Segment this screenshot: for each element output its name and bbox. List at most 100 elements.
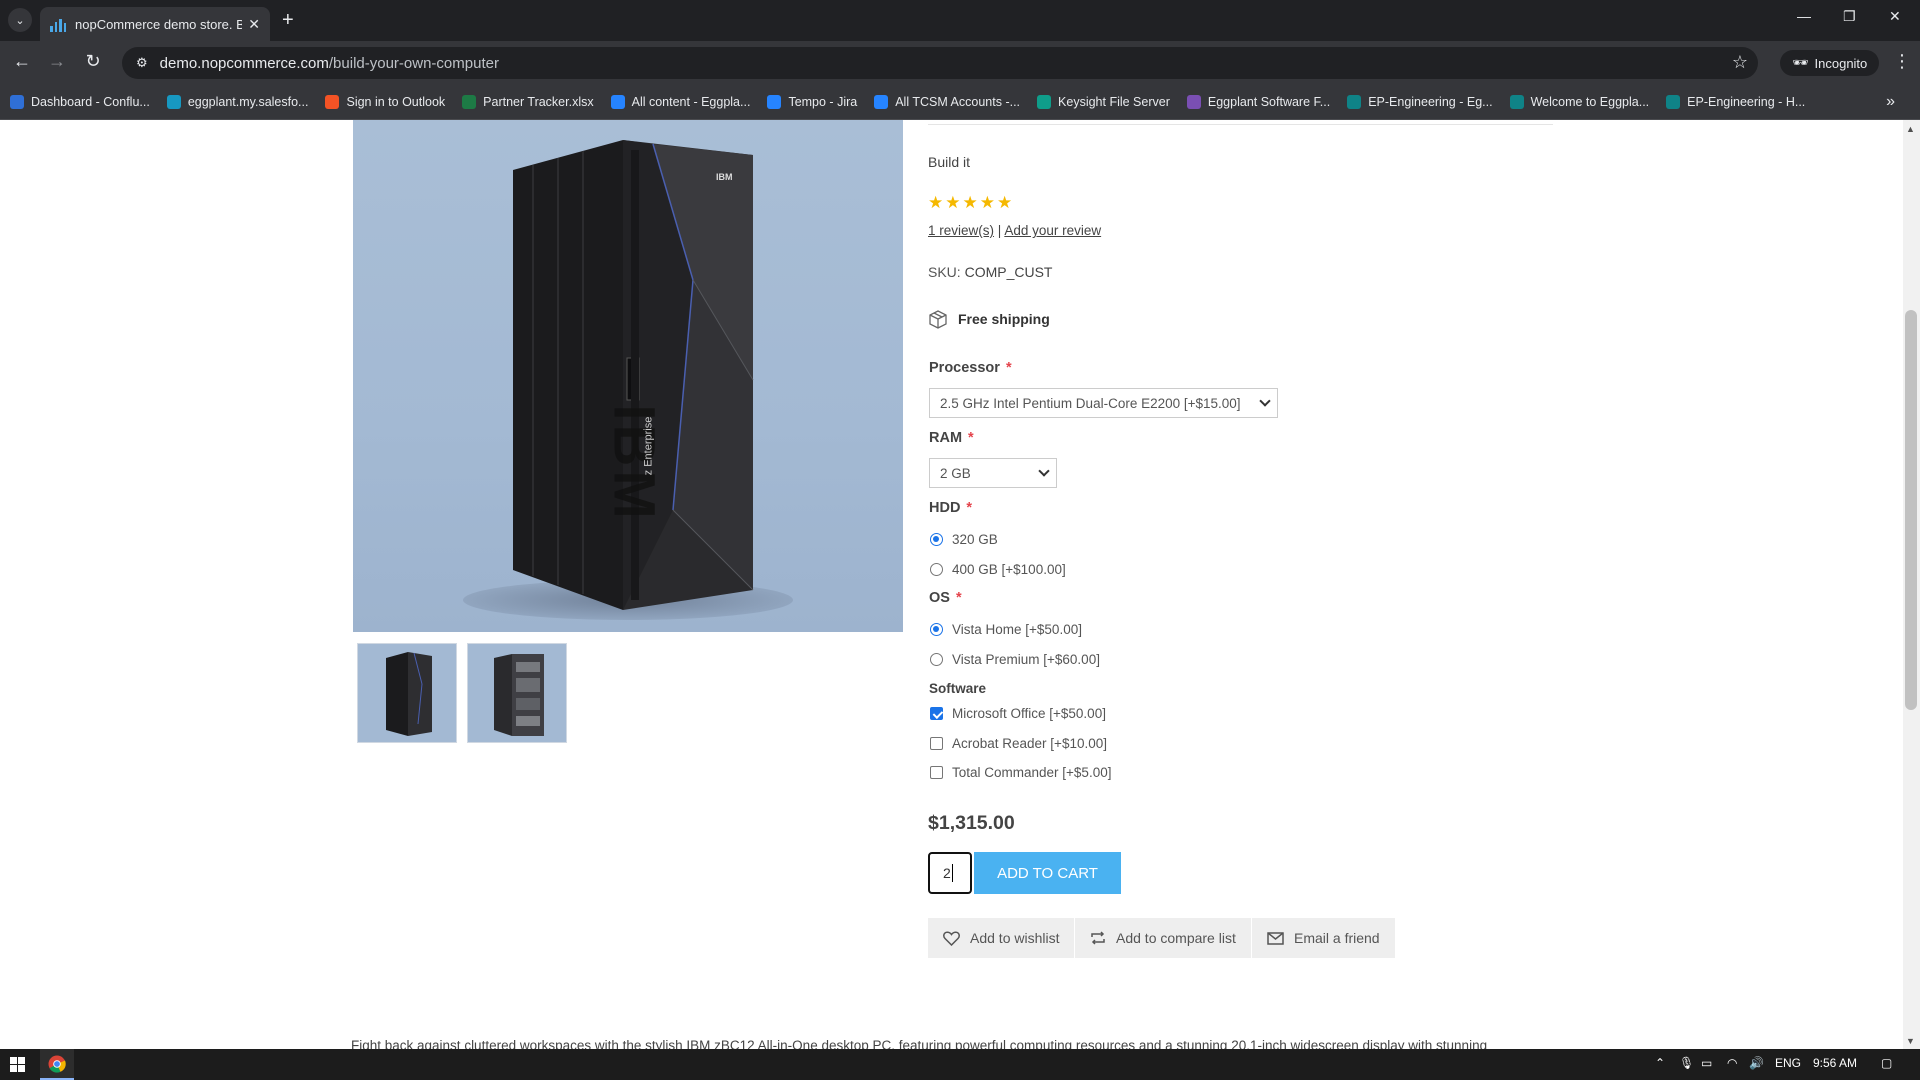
radio-button[interactable] (930, 533, 943, 546)
bookmark-item[interactable]: EP-Engineering - H... (1666, 95, 1805, 109)
quantity-input[interactable]: 2 (928, 852, 972, 894)
add-to-wishlist-button[interactable]: Add to wishlist (928, 918, 1075, 958)
salesforce-icon (166, 95, 181, 109)
reviews-link[interactable]: 1 review(s) (928, 223, 994, 238)
bookmark-item[interactable]: All content - Eggpla... (610, 95, 750, 109)
chrome-taskbar-button[interactable] (40, 1049, 74, 1080)
language-indicator[interactable]: ENG (1775, 1056, 1801, 1070)
checkbox[interactable] (930, 707, 943, 720)
wifi-icon[interactable]: ◠ (1727, 1056, 1737, 1070)
browser-tab[interactable]: nopCommerce demo store. Buil ✕ (40, 7, 270, 41)
checkbox[interactable] (930, 737, 943, 750)
hdd-option-320gb[interactable]: 320 GB (930, 532, 998, 547)
chrome-icon (48, 1055, 66, 1073)
microsoft-icon (325, 95, 340, 109)
bookmark-item[interactable]: Partner Tracker.xlsx (462, 95, 594, 109)
star-icon: ★ (928, 193, 944, 212)
tab-search-button[interactable]: ⌄ (8, 8, 32, 32)
windows-start-icon[interactable] (10, 1057, 25, 1072)
tab-title: nopCommerce demo store. Buil (75, 16, 243, 32)
bookmark-item[interactable]: Welcome to Eggpla... (1509, 95, 1649, 109)
bookmark-item[interactable]: All TCSM Accounts -... (874, 95, 1020, 109)
ram-select[interactable]: 2 GB (929, 458, 1057, 488)
add-to-cart-button[interactable]: ADD TO CART (974, 852, 1121, 894)
bookmark-star-icon[interactable]: ☆ (1732, 52, 1748, 73)
sku-value: COMP_CUST (964, 264, 1053, 280)
browser-toolbar: ← → ↻ ⚙ demo.nopcommerce.com/build-your-… (0, 41, 1920, 85)
software-option-microsoft-office[interactable]: Microsoft Office [+$50.00] (930, 706, 1106, 721)
url-text: demo.nopcommerce.com/build-your-own-comp… (159, 54, 499, 72)
processor-select[interactable]: 2.5 GHz Intel Pentium Dual-Core E2200 [+… (929, 388, 1278, 418)
add-review-link[interactable]: Add your review (1004, 223, 1101, 238)
product-thumbnail-open[interactable] (467, 643, 567, 743)
page-viewport (0, 120, 1903, 1049)
package-icon (929, 310, 947, 329)
image-model-text: z Enterprise (642, 416, 655, 476)
bookmark-item[interactable]: Sign in to Outlook (325, 95, 445, 109)
address-bar[interactable]: ⚙ demo.nopcommerce.com/build-your-own-co… (122, 47, 1758, 79)
reload-icon[interactable]: ↻ (81, 51, 105, 72)
back-icon[interactable]: ← (10, 51, 34, 72)
bookmark-item[interactable]: Dashboard - Conflu... (10, 95, 150, 109)
bookmark-item[interactable]: Eggplant Software F... (1186, 95, 1330, 109)
scroll-up-arrow-icon[interactable]: ▲ (1906, 124, 1915, 134)
email-friend-button[interactable]: Email a friend (1252, 918, 1395, 958)
required-marker: * (966, 500, 973, 516)
product-thumbnail-front[interactable] (357, 643, 457, 743)
os-option-vista-premium[interactable]: Vista Premium [+$60.00] (930, 652, 1100, 667)
browser-tab-bar: ⌄ nopCommerce demo store. Buil ✕ + — ❐ ✕ (0, 0, 1920, 41)
radio-button[interactable] (930, 563, 943, 576)
microphone-icon[interactable]: 🎙 (1679, 1056, 1694, 1070)
chevron-down-icon (1038, 465, 1050, 477)
battery-icon[interactable]: ▭ (1701, 1056, 1712, 1070)
restore-window-icon[interactable]: ❐ (1843, 8, 1856, 25)
free-shipping: Free shipping (928, 309, 1050, 329)
text-cursor (951, 864, 953, 882)
bookmark-item[interactable]: Keysight File Server (1037, 95, 1170, 109)
volume-icon[interactable]: 🔊 (1749, 1056, 1764, 1070)
software-option-total-commander[interactable]: Total Commander [+$5.00] (930, 765, 1111, 780)
tray-chevron-up-icon[interactable]: ⌃ (1655, 1056, 1665, 1070)
scroll-down-arrow-icon[interactable]: ▼ (1906, 1036, 1915, 1046)
forward-icon[interactable]: → (45, 51, 69, 72)
bookmark-item[interactable]: Tempo - Jira (767, 95, 857, 109)
product-price: $1,315.00 (928, 812, 1015, 834)
windows-taskbar: ⌃ 🎙 ▭ ◠ 🔊 ENG 9:56 AM ▢ (0, 1049, 1920, 1080)
notifications-icon[interactable]: ▢ (1881, 1056, 1892, 1070)
scrollbar-thumb[interactable] (1905, 310, 1917, 710)
site-info-icon[interactable]: ⚙ (136, 55, 148, 71)
product-short-description: Build it (928, 154, 971, 170)
envelope-icon (1267, 931, 1284, 945)
software-option-acrobat-reader[interactable]: Acrobat Reader [+$10.00] (930, 736, 1107, 751)
checkbox[interactable] (930, 766, 943, 779)
required-marker: * (968, 430, 974, 446)
excel-icon (462, 95, 477, 109)
bookmark-item[interactable]: EP-Engineering - Eg... (1347, 95, 1493, 109)
browser-menu-icon[interactable]: ⋮ (1893, 51, 1911, 72)
close-window-icon[interactable]: ✕ (1889, 8, 1901, 25)
jira-icon (874, 95, 889, 109)
minimize-window-icon[interactable]: — (1797, 8, 1811, 24)
os-option-vista-home[interactable]: Vista Home [+$50.00] (930, 622, 1082, 637)
more-bookmarks-icon[interactable]: » (1886, 93, 1895, 111)
star-icon: ★ (962, 193, 978, 212)
new-tab-button[interactable]: + (282, 9, 294, 32)
star-icon: ★ (979, 193, 995, 212)
nopcommerce-favicon-icon (50, 16, 66, 32)
compare-arrows-icon (1091, 931, 1105, 945)
hdd-option-400gb[interactable]: 400 GB [+$100.00] (930, 562, 1066, 577)
server-open-thumbnail-picture (494, 654, 544, 736)
add-to-compare-button[interactable]: Add to compare list (1075, 918, 1251, 958)
incognito-badge[interactable]: 🕶 Incognito (1780, 50, 1880, 76)
radio-button[interactable] (930, 653, 943, 666)
incognito-icon: 🕶 (1792, 55, 1809, 70)
sharepoint-icon (1347, 95, 1362, 109)
sku-row: SKU: COMP_CUST (928, 264, 1052, 280)
bookmark-item[interactable]: eggplant.my.salesfo... (166, 95, 308, 109)
clock[interactable]: 9:56 AM (1813, 1056, 1857, 1070)
sharepoint-icon (1666, 95, 1681, 109)
close-tab-icon[interactable]: ✕ (248, 16, 260, 33)
bookmarks-bar: Dashboard - Conflu... eggplant.my.salesfo… (0, 85, 1920, 120)
radio-button[interactable] (930, 623, 943, 636)
product-main-image[interactable]: IBM IBM z Enterprise (353, 120, 903, 632)
